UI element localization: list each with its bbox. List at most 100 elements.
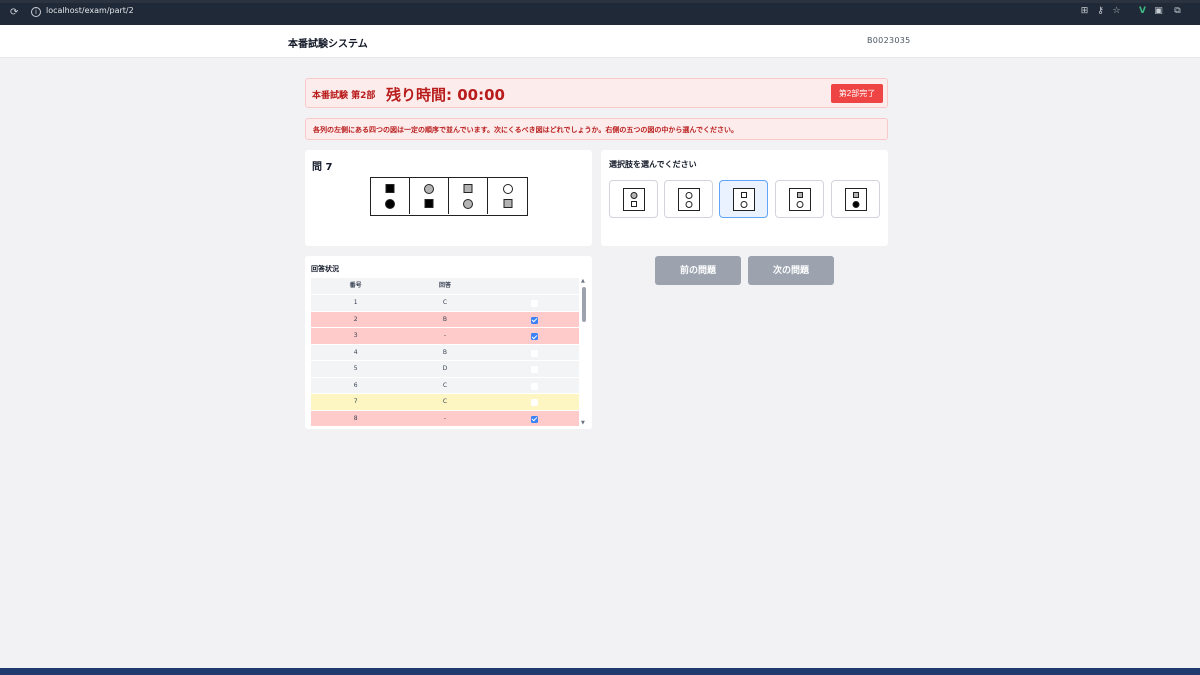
extension-icon[interactable]: ▣ [1153,6,1164,17]
square-shape-icon [631,201,637,207]
row-number: 7 [353,398,358,405]
sequence-cell [371,178,410,214]
circle-shape-icon [740,201,748,208]
status-title: 回答状況 [311,265,339,273]
row-flag-cell [490,411,579,427]
row-number: 3 [353,332,358,339]
option-figure [623,188,645,211]
key-icon[interactable]: ⚷ [1095,6,1106,17]
row-answer: - [443,332,447,339]
translate-icon[interactable]: ⊞ [1079,6,1090,17]
question-number: 問 7 [312,162,333,173]
square-shape-icon [463,184,473,193]
finish-part-button[interactable]: 第2部完了 [831,84,883,103]
flag-checkbox[interactable] [530,415,538,423]
reload-icon[interactable]: ⟳ [10,7,21,18]
options-panel: 選択肢を選んでください [601,150,888,246]
row-answer: - [443,414,447,422]
row-flag-cell [490,378,579,394]
tab-strip [0,0,1200,3]
answer-option[interactable] [775,180,824,218]
scroll-up-icon[interactable]: ▲ [581,278,586,284]
row-flag-cell [490,361,579,377]
answer-option[interactable] [719,180,768,218]
flag-checkbox[interactable] [530,349,538,357]
square-shape-icon [741,192,747,198]
table-scrollbar[interactable]: ▲ ▼ [580,278,587,426]
timer-bar: 本番試験 第2部 残り時間: 00:00 第2部完了 [305,78,888,108]
next-question-button[interactable]: 次の問題 [748,256,834,285]
square-shape-icon [385,184,395,193]
question-panel: 問 7 [305,150,592,246]
row-number: 8 [353,414,358,422]
table-row[interactable]: 6C [311,377,579,394]
answer-status-panel: 回答状況 番号 回答 1C2B3-4B5D6C7C8- ▲ ▼ [305,256,592,429]
square-shape-icon [797,192,803,198]
app-title: 本番試験システム [288,39,368,50]
vue-devtools-icon[interactable]: V [1137,6,1148,17]
option-figure [733,188,755,211]
row-number: 4 [353,348,358,356]
table-row[interactable]: 7C [311,394,579,411]
answer-option[interactable] [831,180,880,218]
table-row[interactable]: 8- [311,410,579,427]
circle-shape-icon [385,199,395,209]
prev-question-button[interactable]: 前の問題 [655,256,741,285]
row-answer: C [442,398,448,405]
square-shape-icon [853,192,859,198]
circle-shape-icon [796,201,804,208]
row-number: 2 [353,315,358,323]
sequence-cell [449,178,488,214]
flag-checkbox[interactable] [530,300,538,307]
column-header-flag [490,278,579,294]
option-figure [789,188,811,211]
options-title: 選択肢を選んでください [609,160,697,169]
flag-checkbox[interactable] [530,316,538,324]
square-shape-icon [424,199,434,208]
circle-shape-icon [685,201,693,208]
remaining-time: 残り時間: 00:00 [386,86,505,104]
flag-checkbox[interactable] [530,366,538,373]
row-answer: C [442,381,448,389]
os-taskbar [0,668,1200,675]
row-answer: B [442,348,448,356]
table-row[interactable]: 2B [311,311,579,328]
row-flag-cell [490,345,579,361]
row-flag-cell [490,328,579,344]
table-row[interactable]: 5D [311,361,579,378]
row-answer: D [442,365,448,372]
answer-option[interactable] [609,180,658,218]
star-icon[interactable]: ☆ [1111,6,1122,17]
browser-toolbar: ⟳ i localhost/exam/part/2 ⊞ ⚷ ☆ V ▣ ⧉ [0,0,1200,25]
column-header-answer: 回答 [438,282,451,289]
flag-checkbox[interactable] [530,399,538,406]
row-answer: B [442,315,448,323]
circle-shape-icon [852,201,860,208]
address-bar[interactable]: localhost/exam/part/2 [46,6,134,15]
option-figure [678,188,700,211]
scroll-down-icon[interactable]: ▼ [581,420,586,426]
row-flag-cell [490,295,579,311]
sequence-cell [410,178,449,214]
figure-sequence [370,177,528,216]
circle-shape-icon [630,192,638,199]
circle-shape-icon [502,184,513,194]
flag-checkbox[interactable] [530,382,538,390]
row-number: 1 [353,299,358,306]
table-row[interactable]: 4B [311,344,579,361]
sequence-cell [488,178,527,214]
square-shape-icon [503,199,512,208]
site-info-icon[interactable]: i [31,7,41,17]
scroll-thumb[interactable] [581,287,586,322]
app-header: 本番試験システム B0023035 [0,25,1200,58]
answer-option[interactable] [664,180,713,218]
flag-checkbox[interactable] [530,333,538,340]
option-figure [845,188,867,211]
table-row[interactable]: 1C [311,295,579,312]
circle-shape-icon [424,184,434,194]
puzzle-icon[interactable]: ⧉ [1172,6,1183,17]
table-row[interactable]: 3- [311,328,579,345]
part-label: 本番試験 第2部 [312,91,376,101]
row-flag-cell [490,312,579,328]
instruction-banner: 各列の左側にある四つの図は一定の順序で並んでいます。次にくるべき図はどれでしょう… [305,118,888,140]
